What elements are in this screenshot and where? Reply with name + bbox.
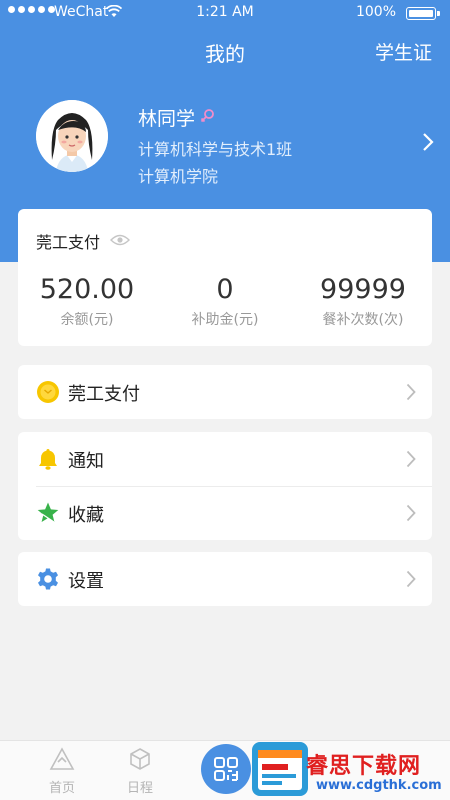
chevron-right-icon	[406, 504, 416, 526]
watermark-url: www.cdgthk.com	[316, 778, 442, 793]
tab-home-label: 首页	[48, 781, 75, 796]
subsidy-stat[interactable]: 0 补助金(元)	[156, 273, 294, 329]
subsidy-value: 0	[216, 274, 234, 305]
balance-stat[interactable]: 520.00 余额(元)	[18, 273, 156, 329]
battery-percent: 100%	[355, 4, 396, 20]
female-icon	[199, 107, 215, 129]
menu-item-notify[interactable]: 通知	[18, 432, 432, 487]
student-id-button[interactable]: 学生证	[375, 38, 432, 65]
home-icon	[49, 747, 75, 775]
watermark-logo: 睿思下载网 www.cdgthk.com	[248, 740, 450, 800]
status-bar: WeChat 1:21 AM 100%	[0, 0, 450, 26]
tab-schedule[interactable]: 日程	[110, 747, 170, 796]
chevron-right-icon	[406, 570, 416, 592]
meal-count-stat[interactable]: 99999 餐补次数(次)	[294, 273, 432, 329]
scan-button[interactable]	[201, 744, 251, 794]
menu-group-settings: 设置	[18, 552, 432, 606]
battery-icon	[406, 7, 440, 20]
qr-code-icon	[201, 757, 251, 798]
menu-item-pay[interactable]: 莞工支付	[18, 365, 432, 419]
menu-item-label: 设置	[68, 571, 104, 592]
profile-class: 计算机科学与技术1班	[138, 140, 293, 159]
tab-schedule-label: 日程	[126, 781, 153, 796]
menu-group-pay: 莞工支付	[18, 365, 432, 419]
eye-icon[interactable]	[110, 232, 131, 251]
balance-label: 余额(元)	[60, 312, 114, 328]
meal-count-label: 餐补次数(次)	[322, 312, 404, 328]
chevron-right-icon[interactable]	[422, 132, 434, 156]
coin-icon	[36, 380, 60, 404]
chevron-right-icon	[406, 383, 416, 405]
balance-value: 520.00	[39, 274, 135, 305]
menu-item-favorite[interactable]: 收藏	[18, 486, 432, 540]
star-icon	[36, 501, 60, 525]
payment-summary-card: 莞工支付 520.00 余额(元) 0 补助金(元) 99999 餐补次数(次)	[18, 209, 432, 346]
bell-icon	[36, 447, 60, 471]
menu-item-label: 通知	[68, 451, 104, 472]
avatar[interactable]	[36, 100, 108, 172]
menu-group-notify: 通知 收藏	[18, 432, 432, 540]
menu-item-label: 收藏	[68, 505, 104, 526]
payment-card-header: 莞工支付	[36, 229, 131, 253]
profile-college: 计算机学院	[138, 167, 219, 186]
profile-name-row: 林同学	[138, 104, 215, 131]
meal-count-value: 99999	[320, 274, 406, 305]
tab-home[interactable]: 首页	[32, 747, 92, 796]
menu-item-label: 莞工支付	[68, 384, 140, 405]
menu-item-settings[interactable]: 设置	[18, 552, 432, 606]
gear-icon	[36, 567, 60, 591]
chevron-right-icon	[406, 450, 416, 472]
payment-card-title: 莞工支付	[36, 233, 101, 252]
profile-name: 林同学	[138, 108, 196, 130]
watermark-text: 睿思下载网	[306, 754, 422, 779]
subsidy-label: 补助金(元)	[191, 312, 259, 328]
cube-icon	[128, 748, 152, 775]
